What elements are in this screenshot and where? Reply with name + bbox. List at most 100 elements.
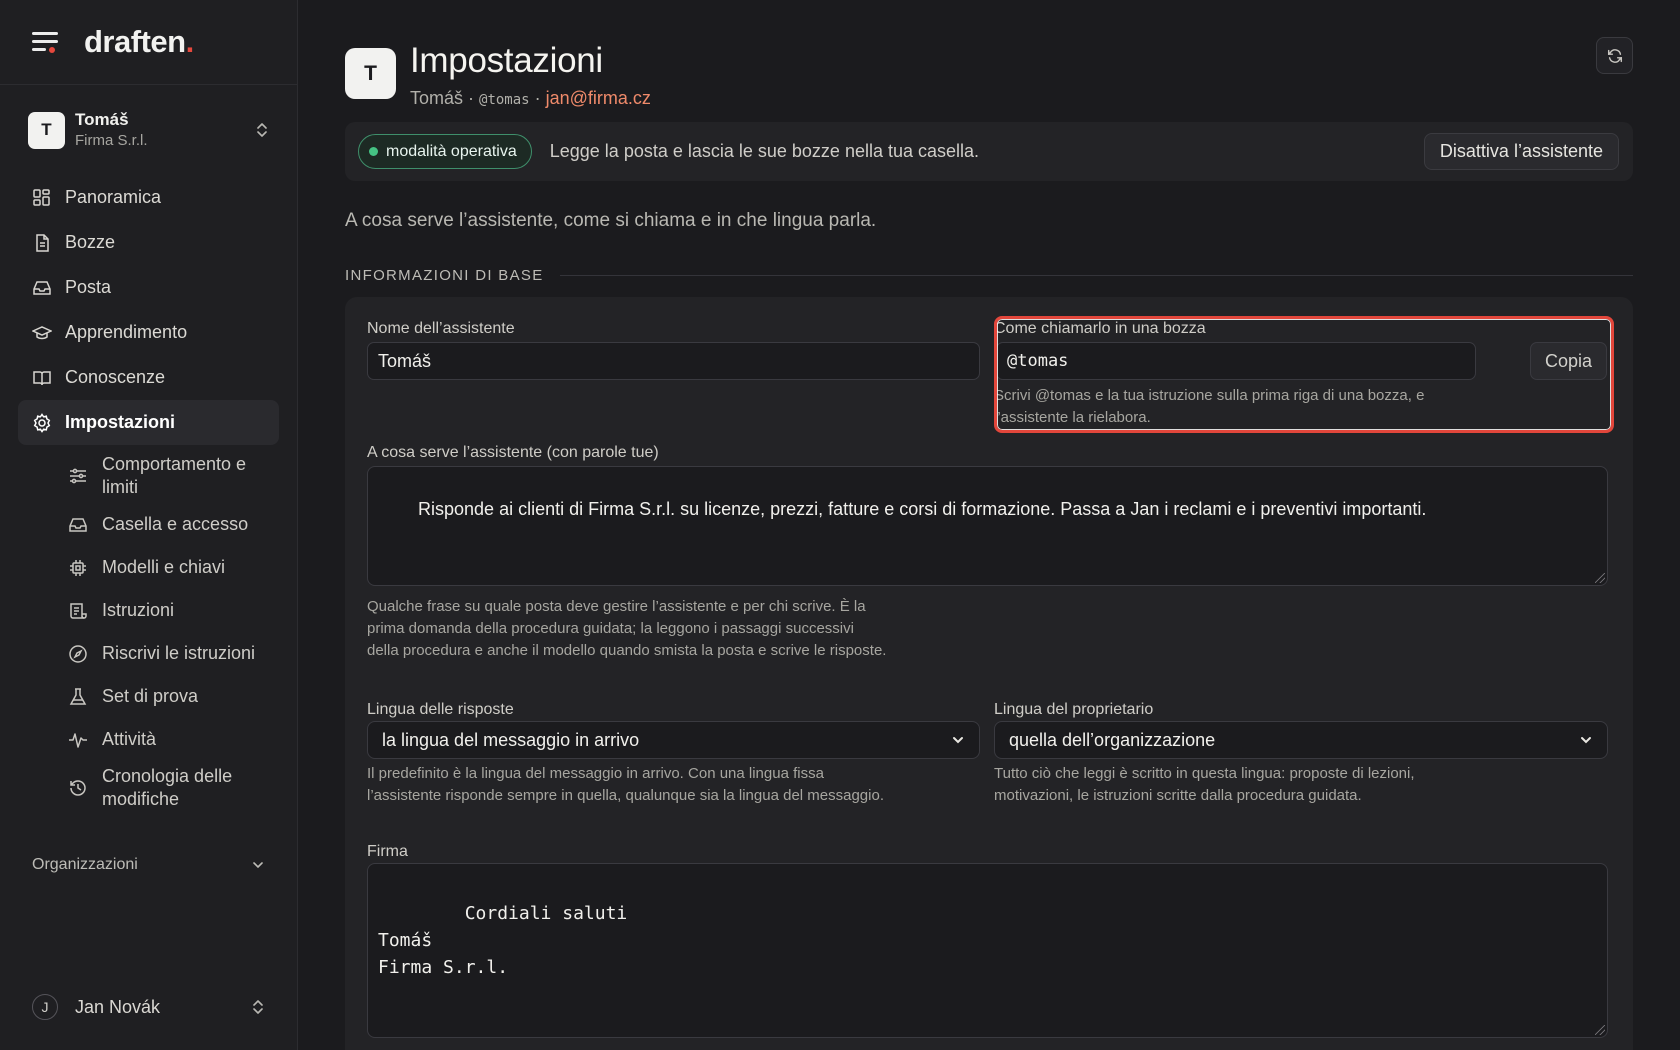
subnav-item-modelli[interactable]: Modelli e chiavi xyxy=(18,546,279,589)
subnav-label: Attività xyxy=(102,729,157,749)
page-intro: A cosa serve l’assistente, come si chiam… xyxy=(345,210,877,231)
subnav-item-set-di-prova[interactable]: Set di prova xyxy=(18,675,279,718)
purpose-text: Risponde ai clienti di Firma S.r.l. su l… xyxy=(418,499,1427,519)
organizations-toggle[interactable]: Organizzazioni xyxy=(32,856,265,874)
nav-label: Apprendimento xyxy=(65,322,188,342)
user-menu[interactable]: J Jan Novák xyxy=(32,994,265,1020)
signature-label: Firma xyxy=(367,843,408,860)
resize-handle[interactable] xyxy=(1595,573,1605,583)
owner-language-label: Lingua del proprietario xyxy=(994,701,1154,718)
owner-language-value: quella dell’organizzazione xyxy=(1009,729,1216,750)
mention-handle-input[interactable]: @tomas xyxy=(996,342,1476,380)
activity-icon xyxy=(69,732,87,748)
separator: · xyxy=(463,88,480,108)
chevron-up-down-icon xyxy=(257,123,267,137)
disable-assistant-button[interactable]: Disattiva l’assistente xyxy=(1423,133,1619,170)
copy-button[interactable]: Copia xyxy=(1530,342,1607,380)
chip-icon xyxy=(70,559,86,576)
nav-item-apprendimento[interactable]: Apprendimento xyxy=(18,310,279,355)
menu-icon[interactable] xyxy=(32,31,60,53)
refresh-button[interactable] xyxy=(1596,37,1633,74)
purpose-textarea[interactable]: Risponde ai clienti di Firma S.r.l. su l… xyxy=(367,466,1608,586)
nav-label: Bozze xyxy=(65,232,116,252)
chevron-down-icon xyxy=(953,737,963,744)
basic-info-card: Nome dell’assistente Tomáš Come chiamarl… xyxy=(345,297,1633,1050)
purpose-help: Qualche frase su quale posta deve gestir… xyxy=(367,598,887,659)
account-switcher[interactable]: T Tomáš Firma S.r.l. xyxy=(0,85,297,175)
resize-handle[interactable] xyxy=(1595,1025,1605,1035)
history-icon xyxy=(70,780,86,796)
assistant-avatar: T xyxy=(345,48,396,99)
owner-language-help: Tutto ciò che leggi è scritto in questa … xyxy=(994,765,1415,804)
user-avatar: J xyxy=(32,994,58,1020)
scroll-icon xyxy=(70,602,87,619)
subnav-label: Comportamento e limiti xyxy=(102,454,247,497)
subnav-label: Cronologia delle modifiche xyxy=(102,766,233,809)
account-org: Firma S.r.l. xyxy=(75,132,148,149)
subnav-label: Modelli e chiavi xyxy=(102,557,226,577)
owner-email-link[interactable]: jan@firma.cz xyxy=(546,88,651,108)
section-title: INFORMAZIONI DI BASE xyxy=(345,267,544,284)
sidebar: draften. T Tomáš Firma S.r.l. Panoramica… xyxy=(0,0,298,1050)
nav-label: Posta xyxy=(65,277,112,297)
account-name: Tomáš xyxy=(75,110,129,129)
user-name: Jan Novák xyxy=(75,996,161,1017)
nav-item-bozze[interactable]: Bozze xyxy=(18,220,279,265)
mention-label: Come chiamarlo in una bozza xyxy=(994,320,1206,337)
signature-text: Cordiali saluti Tomáš Firma S.r.l. xyxy=(378,903,628,978)
status-badge-label: modalità operativa xyxy=(386,142,517,160)
book-icon xyxy=(33,370,51,385)
subnav-label: Set di prova xyxy=(102,686,199,706)
page-header: T Impostazioni Tomáš · @tomas · jan@firm… xyxy=(345,40,651,109)
flask-icon xyxy=(69,687,87,705)
purpose-label: A cosa serve l’assistente (con parole tu… xyxy=(367,444,659,461)
section-divider xyxy=(559,275,1633,276)
subnav-label: Casella e accesso xyxy=(102,514,249,534)
signature-textarea[interactable]: Cordiali saluti Tomáš Firma S.r.l. xyxy=(367,863,1608,1038)
account-avatar: T xyxy=(28,111,65,149)
owner-language-select[interactable]: quella dell’organizzazione xyxy=(994,721,1608,759)
app-logo[interactable]: draften. xyxy=(84,24,194,60)
page-title: Impostazioni xyxy=(410,41,603,80)
assistant-handle: @tomas xyxy=(479,92,530,108)
page-subtitle: Tomáš · @tomas · jan@firma.cz xyxy=(410,88,651,109)
chevron-down-icon xyxy=(253,862,263,869)
nav-item-conoscenze[interactable]: Conoscenze xyxy=(18,355,279,400)
separator: · xyxy=(529,88,546,108)
status-description: Legge la posta e lascia le sue bozze nel… xyxy=(549,141,980,161)
subnav-item-attivita[interactable]: Attività xyxy=(18,718,279,761)
nav-item-panoramica[interactable]: Panoramica xyxy=(18,175,279,220)
assistant-name: Tomáš xyxy=(410,88,464,108)
assistant-name-input[interactable]: Tomáš xyxy=(367,342,980,380)
name-label: Nome dell’assistente xyxy=(367,320,515,337)
grid-icon xyxy=(33,188,50,206)
chevron-up-down-icon xyxy=(253,1000,263,1014)
main-content: T Impostazioni Tomáš · @tomas · jan@firm… xyxy=(298,0,1680,1050)
subnav-item-cronologia[interactable]: Cronologia delle modifiche xyxy=(18,761,279,815)
subnav-item-casella[interactable]: Casella e accesso xyxy=(18,503,279,546)
inbox-icon xyxy=(33,280,51,295)
nav-item-impostazioni[interactable]: Impostazioni xyxy=(18,400,279,445)
gear-icon xyxy=(33,412,51,433)
brand-row: draften. xyxy=(0,0,297,85)
section-header: INFORMAZIONI DI BASE xyxy=(345,267,1633,284)
reply-language-help: Il predefinito è la lingua del messaggio… xyxy=(367,765,884,804)
subnav-label: Riscrivi le istruzioni xyxy=(102,643,256,663)
sliders-icon xyxy=(70,468,86,484)
reply-language-select[interactable]: la lingua del messaggio in arrivo xyxy=(367,721,980,759)
subnav-label: Istruzioni xyxy=(102,600,175,620)
reply-language-label: Lingua delle risposte xyxy=(367,701,514,718)
reply-language-value: la lingua del messaggio in arrivo xyxy=(382,729,640,750)
compass-icon xyxy=(69,644,87,663)
graduation-cap-icon xyxy=(32,325,52,339)
nav-label: Impostazioni xyxy=(65,412,176,432)
subnav-item-istruzioni[interactable]: Istruzioni xyxy=(18,589,279,632)
subnav-item-riscrivi[interactable]: Riscrivi le istruzioni xyxy=(18,632,279,675)
nav-label: Conoscenze xyxy=(65,367,166,387)
nav-item-posta[interactable]: Posta xyxy=(18,265,279,310)
subnav-item-comportamento[interactable]: Comportamento e limiti xyxy=(18,449,279,503)
refresh-icon xyxy=(1607,48,1622,63)
organizations-label: Organizzazioni xyxy=(32,856,138,873)
nav-label: Panoramica xyxy=(65,187,162,207)
inbox-icon xyxy=(69,517,87,532)
